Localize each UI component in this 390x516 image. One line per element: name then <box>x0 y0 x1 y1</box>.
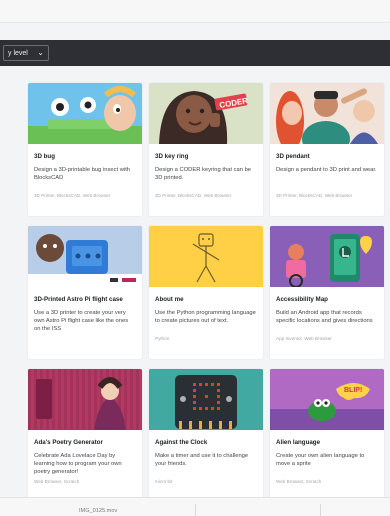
downloads-divider <box>195 504 196 516</box>
project-tags: 3D Printer, BlocksCAD, Web Browser <box>155 193 232 198</box>
project-thumbnail-3d-bug <box>28 83 142 144</box>
level-filter-label: y level <box>8 49 28 57</box>
project-thumbnail-alien-language: BLIP! <box>270 369 384 430</box>
blip-speech-text: BLIP! <box>344 387 362 394</box>
project-tags: 3D Printer, BlocksCAD, Web Browser <box>34 193 111 198</box>
project-card-accessibility-map[interactable]: Accessibility Map Build an Android app t… <box>270 226 384 359</box>
project-card-against-the-clock[interactable]: Against the Clock Make a timer and use i… <box>149 369 263 502</box>
project-title: Against the Clock <box>155 439 208 446</box>
project-thumbnail-3d-pendant <box>270 83 384 144</box>
top-toolbar <box>0 0 390 23</box>
project-description: Use a 3D printer to create your very own… <box>34 310 129 332</box>
project-card-about-me[interactable]: About me Use the Python programming lang… <box>149 226 263 359</box>
project-thumbnail-adas-poetry-generator <box>28 369 142 430</box>
project-card-astro-pi-flight-case[interactable]: 3D-Printed Astro Pi flight case Use a 3D… <box>28 226 142 359</box>
project-description: Design a CODER keyring that can be 3D pr… <box>155 167 252 181</box>
project-description: Design a 3D-printable bug insect with Bl… <box>34 167 131 181</box>
project-tags: Web Browser, Scratch <box>34 479 80 484</box>
project-description: Design a pendant to 3D print and wear. <box>276 167 377 173</box>
filter-bar: y level ⌄ <box>0 40 390 66</box>
project-grid: 3D bug Design a 3D-printable bug insect … <box>28 83 384 502</box>
project-title: 3D bug <box>34 153 55 160</box>
project-card-3d-bug[interactable]: 3D bug Design a 3D-printable bug insect … <box>28 83 142 216</box>
project-description: Make a timer and use it to challenge you… <box>155 453 249 467</box>
project-card-3d-pendant[interactable]: 3D pendant Design a pendant to 3D print … <box>270 83 384 216</box>
project-description: Build an Android app that records specif… <box>276 310 373 324</box>
project-title: Ada's Poetry Generator <box>34 439 103 446</box>
project-card-adas-poetry-generator[interactable]: Ada's Poetry Generator Celebrate Ada Lov… <box>28 369 142 502</box>
project-title: Accessibility Map <box>276 296 328 303</box>
project-title: Alien language <box>276 439 321 446</box>
project-title: 3D pendant <box>276 153 310 160</box>
level-filter-select[interactable]: y level ⌄ <box>3 45 49 61</box>
project-tags: Python <box>155 336 170 341</box>
project-title: 3D key ring <box>155 153 189 160</box>
project-description: Celebrate Ada Lovelace Day by learning h… <box>34 453 122 475</box>
project-thumbnail-against-the-clock <box>149 369 263 430</box>
project-card-3d-key-ring[interactable]: CODER 3D key ring Design a CODER keyring… <box>149 83 263 216</box>
project-thumbnail-about-me <box>149 226 263 287</box>
project-title: 3D-Printed Astro Pi flight case <box>34 296 123 303</box>
downloads-divider <box>320 504 321 516</box>
project-title: About me <box>155 296 184 303</box>
downloads-bar: IMG_0125.mov <box>0 497 390 516</box>
project-thumbnail-3d-key-ring: CODER <box>149 83 263 144</box>
project-description: Create your own alien language to move a… <box>276 453 365 467</box>
project-description: Use the Python programming language to c… <box>155 310 256 324</box>
project-card-alien-language[interactable]: BLIP! Alien language Create your own ali… <box>270 369 384 502</box>
chevron-down-icon: ⌄ <box>37 48 44 57</box>
project-tags: 3D Printer, BlocksCAD, Web Browser <box>276 193 353 198</box>
project-tags: Web Browser, Scratch <box>276 479 322 484</box>
download-file-name[interactable]: IMG_0125.mov <box>79 508 117 514</box>
project-tags: micro:bit <box>155 479 173 484</box>
project-thumbnail-astro-pi-flight-case <box>28 226 142 287</box>
project-thumbnail-accessibility-map <box>270 226 384 287</box>
project-tags: App Inventor, Web Browser <box>276 336 332 341</box>
